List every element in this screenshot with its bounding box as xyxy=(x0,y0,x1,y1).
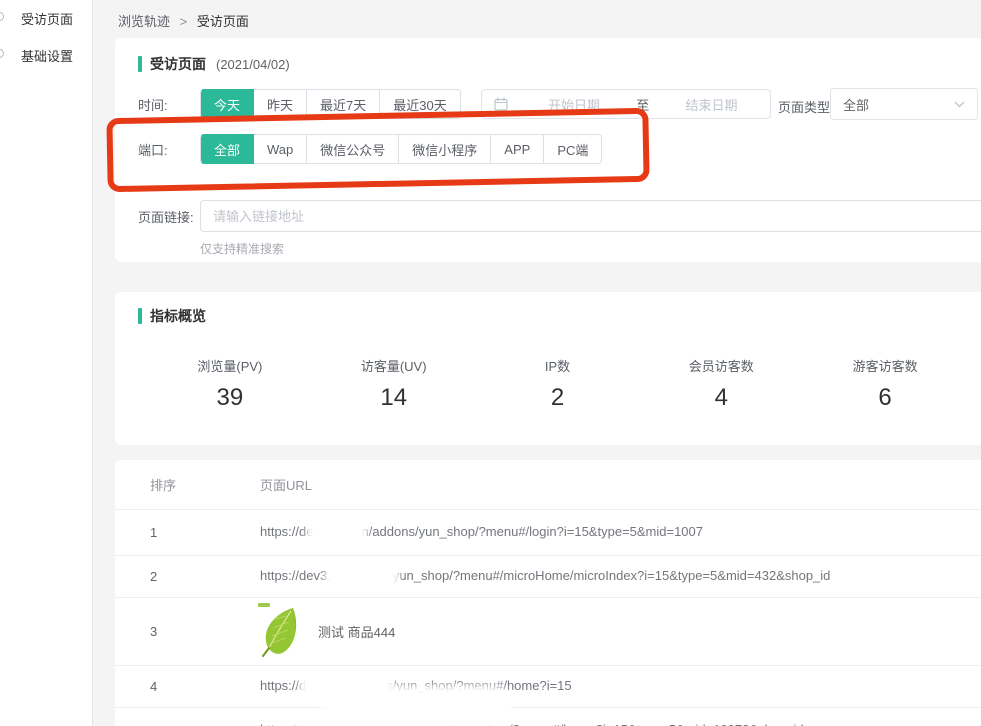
metric-value: 6 xyxy=(803,384,967,412)
metric-value: 14 xyxy=(312,384,476,412)
port-option-wechat-miniprogram[interactable]: 微信小程序 xyxy=(399,134,491,164)
time-filter-row: 时间: 今天 昨天 最近7天 最近30天 开始日期 至 结 xyxy=(138,88,981,120)
rank-cell: 3 xyxy=(115,624,260,639)
filter-panel-header: 受访页面 (2021/04/02) xyxy=(138,54,981,74)
page-type-value: 全部 xyxy=(843,95,869,114)
port-group: 全部 Wap 微信公众号 微信小程序 APP PC端 xyxy=(200,134,602,164)
watermark-icon xyxy=(258,603,270,607)
page-type-label: 页面类型: xyxy=(778,97,834,116)
product-name: 测试 商品444 xyxy=(318,622,395,641)
page-link-input[interactable] xyxy=(200,200,981,232)
metric-label: 浏览量(PV) xyxy=(148,356,312,375)
start-date-placeholder: 开始日期 xyxy=(516,95,633,114)
metric-guest-visitors: 游客访客数 6 xyxy=(803,356,967,412)
panel-date-note: (2021/04/02) xyxy=(216,57,290,72)
sidebar-item-basic-settings[interactable]: 基础设置 xyxy=(0,37,92,74)
rank-cell: 5 xyxy=(115,723,260,726)
time-option-yesterday[interactable]: 昨天 xyxy=(254,89,307,119)
bullet-icon xyxy=(0,12,4,21)
table-row: 4 https://ds/yun_shop/?menu#/home?i=15 xyxy=(115,665,981,707)
metric-pv: 浏览量(PV) 39 xyxy=(148,356,312,412)
sidebar-item-label: 受访页面 xyxy=(21,12,73,27)
date-range-picker[interactable]: 开始日期 至 结束日期 xyxy=(481,89,771,119)
breadcrumb-section[interactable]: 浏览轨迹 xyxy=(118,14,170,29)
metric-value: 39 xyxy=(148,384,312,412)
metrics-row: 浏览量(PV) 39 访客量(UV) 14 IP数 2 会员访客数 4 游客访客… xyxy=(148,356,967,412)
table-header-row: 排序 页面URL xyxy=(115,460,981,510)
url-cell: https://den/addons/yun_shop/?menu#/login… xyxy=(260,524,981,541)
time-option-last7days[interactable]: 最近7天 xyxy=(307,89,380,119)
page-type-select[interactable]: 全部 xyxy=(830,88,978,120)
page-link-hint: 仅支持精准搜索 xyxy=(200,240,981,257)
breadcrumb-separator: > xyxy=(180,14,188,29)
table-row: 3 测试 商品444 xyxy=(115,597,981,665)
metric-member-visitors: 会员访客数 4 xyxy=(639,356,803,412)
table-row: 1 https://den/addons/yun_shop/?menu#/log… xyxy=(115,510,981,555)
sidebar-item-visited-pages[interactable]: 受访页面 xyxy=(0,0,92,37)
title-accent-bar xyxy=(138,308,142,324)
bullet-icon xyxy=(0,49,4,58)
calendar-icon xyxy=(494,97,508,111)
panel-title: 指标概览 xyxy=(150,306,206,326)
rank-cell: 2 xyxy=(115,569,260,584)
table-row: 2 https://dev3.yun_shop/?menu#/microHome… xyxy=(115,555,981,597)
port-option-pc[interactable]: PC端 xyxy=(544,134,602,164)
metric-value: 4 xyxy=(639,384,803,412)
metric-ip: IP数 2 xyxy=(476,356,640,412)
chevron-down-icon xyxy=(954,101,965,108)
title-accent-bar xyxy=(138,56,142,72)
column-header-rank: 排序 xyxy=(115,475,260,494)
product-cell: 测试 商品444 xyxy=(260,606,981,658)
rank-cell: 4 xyxy=(115,679,260,694)
pages-table-panel: 排序 页面URL 1 https://den/addons/yun_shop/?… xyxy=(115,460,981,726)
metrics-panel-header: 指标概览 xyxy=(138,306,981,326)
date-range-to: 至 xyxy=(632,95,653,114)
filter-panel: 受访页面 (2021/04/02) 时间: 今天 昨天 最近7天 最近30天 xyxy=(115,38,981,262)
page-link-row: 页面链接: xyxy=(138,200,981,232)
breadcrumb-current: 受访页面 xyxy=(197,14,249,29)
metric-label: 会员访客数 xyxy=(639,356,803,375)
metric-value: 2 xyxy=(476,384,640,412)
sidebar: 受访页面 基础设置 xyxy=(0,0,93,726)
metric-uv: 访客量(UV) 14 xyxy=(312,356,476,412)
screen: 受访页面 基础设置 浏览轨迹 > 受访页面 受访页面 (2021/04/02) … xyxy=(0,0,981,726)
time-range-group: 今天 昨天 最近7天 最近30天 xyxy=(200,89,461,119)
metric-label: 访客量(UV) xyxy=(312,356,476,375)
table-row: 5 https:///yun_shop/?menu#/home?i=15&typ… xyxy=(115,707,981,726)
column-header-url: 页面URL xyxy=(260,475,981,494)
censored-blur-patch xyxy=(330,693,505,723)
time-option-last30days[interactable]: 最近30天 xyxy=(380,89,460,119)
page-link-label: 页面链接: xyxy=(138,207,200,226)
port-option-wechat-official[interactable]: 微信公众号 xyxy=(307,134,399,164)
rank-cell: 1 xyxy=(115,525,260,540)
main-content: 浏览轨迹 > 受访页面 受访页面 (2021/04/02) 时间: 今天 昨天 … xyxy=(93,0,981,726)
censored-blur-patch xyxy=(331,569,393,585)
censored-blur-patch xyxy=(313,525,361,541)
port-option-wap[interactable]: Wap xyxy=(254,134,307,164)
sidebar-item-label: 基础设置 xyxy=(21,49,73,64)
url-cell: https://dev3.yun_shop/?menu#/microHome/m… xyxy=(260,568,981,585)
breadcrumb: 浏览轨迹 > 受访页面 xyxy=(118,11,249,30)
leaf-image xyxy=(260,606,302,658)
panel-title: 受访页面 xyxy=(150,54,206,74)
product-thumbnail xyxy=(260,606,302,658)
port-label: 端口: xyxy=(138,140,200,159)
metrics-panel: 指标概览 浏览量(PV) 39 访客量(UV) 14 IP数 2 会员访客数 4 xyxy=(115,292,981,445)
end-date-placeholder: 结束日期 xyxy=(653,95,770,114)
time-label: 时间: xyxy=(138,95,200,114)
port-option-app[interactable]: APP xyxy=(491,134,544,164)
time-option-today[interactable]: 今天 xyxy=(200,89,254,119)
metric-label: IP数 xyxy=(476,356,640,375)
port-filter-row: 端口: 全部 Wap 微信公众号 微信小程序 APP PC端 xyxy=(138,133,981,165)
port-option-all[interactable]: 全部 xyxy=(200,134,254,164)
metric-label: 游客访客数 xyxy=(803,356,967,375)
